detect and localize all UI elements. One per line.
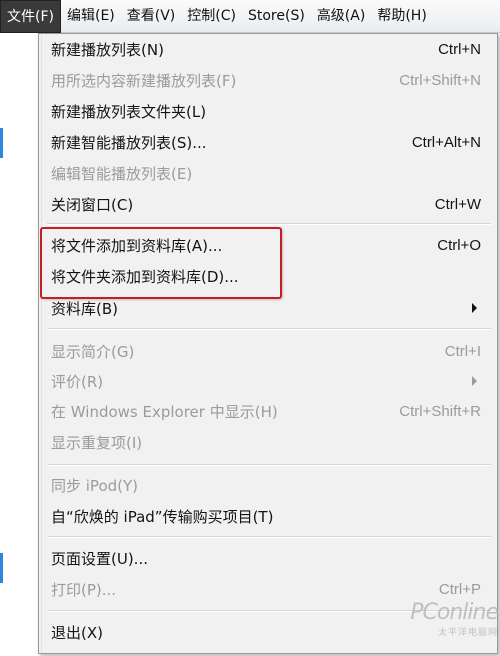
window-background xyxy=(0,33,40,656)
submenu-arrow-icon xyxy=(472,303,477,313)
menu-item-shortcut: Ctrl+O xyxy=(437,236,481,254)
menu-item-label: 新建播放列表文件夹(L) xyxy=(51,102,207,121)
menu-item-sync-ipod: 同步 iPod(Y) xyxy=(51,470,481,500)
menu-item-add-folder-to-library[interactable]: 将文件夹添加到资料库(D)... xyxy=(51,261,481,291)
menu-separator xyxy=(47,536,491,538)
menu-item-new-smart-playlist[interactable]: 新建智能播放列表(S)... Ctrl+Alt+N xyxy=(51,127,481,157)
menu-bar: 文件(F) 编辑(E) 查看(V) 控制(C) Store(S) 高级(A) 帮… xyxy=(0,0,500,33)
menu-item-label: 关闭窗口(C) xyxy=(51,195,134,214)
menu-item-label: 将文件添加到资料库(A)... xyxy=(51,236,223,255)
itunes-window: 文件(F) 编辑(E) 查看(V) 控制(C) Store(S) 高级(A) 帮… xyxy=(0,0,500,656)
menu-item-show-duplicates: 显示重复项(I) xyxy=(51,427,481,457)
menu-item-shortcut: Ctrl+Shift+R xyxy=(399,402,481,420)
menu-item-label: 资料库(B) xyxy=(51,299,118,318)
menu-item-label: 页面设置(U)... xyxy=(51,549,148,568)
watermark-subtext: 太平洋电脑网 xyxy=(437,628,498,638)
menu-separator xyxy=(47,464,491,466)
file-menu-dropdown: 新建播放列表(N) Ctrl+N 用所选内容新建播放列表(F) Ctrl+Shi… xyxy=(38,33,498,654)
menu-store[interactable]: Store(S) xyxy=(242,0,311,33)
menu-item-shortcut: Ctrl+P xyxy=(438,580,481,598)
menu-item-transfer-purchases[interactable]: 自“欣焕的 iPad”传输购买项目(T) xyxy=(51,501,481,531)
menu-separator xyxy=(47,328,491,330)
menu-item-rating: 评价(R) xyxy=(51,366,481,396)
menu-item-shortcut: Ctrl+W xyxy=(434,195,481,213)
menu-item-label: 显示重复项(I) xyxy=(51,433,143,452)
menu-item-close-window[interactable]: 关闭窗口(C) Ctrl+W xyxy=(51,189,481,219)
watermark-text: PConline xyxy=(410,600,499,625)
menu-item-new-playlist[interactable]: 新建播放列表(N) Ctrl+N xyxy=(51,34,481,64)
menu-help[interactable]: 帮助(H) xyxy=(371,0,432,33)
menu-item-label: 同步 iPod(Y) xyxy=(51,476,139,495)
menu-item-page-setup[interactable]: 页面设置(U)... xyxy=(51,543,481,573)
sidebar-accent xyxy=(0,128,3,158)
menu-item-shortcut: Ctrl+N xyxy=(438,40,481,58)
menu-item-label: 新建播放列表(N) xyxy=(51,40,164,59)
menu-controls[interactable]: 控制(C) xyxy=(181,0,242,33)
menu-item-label: 在 Windows Explorer 中显示(H) xyxy=(51,402,278,421)
menu-item-new-playlist-from-selection: 用所选内容新建播放列表(F) Ctrl+Shift+N xyxy=(51,65,481,95)
menu-item-label: 退出(X) xyxy=(51,623,103,642)
menu-gutter xyxy=(39,34,42,653)
menu-item-label: 新建智能播放列表(S)... xyxy=(51,133,207,152)
menu-item-add-file-to-library[interactable]: 将文件添加到资料库(A)... Ctrl+O xyxy=(51,230,481,260)
menu-item-label: 评价(R) xyxy=(51,372,104,391)
menu-item-library[interactable]: 资料库(B) xyxy=(51,293,481,323)
menu-item-label: 自“欣焕的 iPad”传输购买项目(T) xyxy=(51,507,274,526)
menu-item-label: 用所选内容新建播放列表(F) xyxy=(51,71,237,90)
menu-item-label: 打印(P)... xyxy=(51,580,117,599)
menu-edit[interactable]: 编辑(E) xyxy=(61,0,121,33)
sidebar-accent xyxy=(0,553,3,583)
menu-advanced[interactable]: 高级(A) xyxy=(311,0,372,33)
menu-item-label: 显示简介(G) xyxy=(51,342,135,361)
menu-item-show-in-explorer: 在 Windows Explorer 中显示(H) Ctrl+Shift+R xyxy=(51,396,481,426)
watermark-logo: PConline 太平洋电脑网 xyxy=(410,600,499,638)
menu-item-label: 编辑智能播放列表(E) xyxy=(51,164,193,183)
menu-file[interactable]: 文件(F) xyxy=(0,0,61,33)
menu-item-label: 将文件夹添加到资料库(D)... xyxy=(51,267,239,286)
menu-item-shortcut: Ctrl+Shift+N xyxy=(399,71,481,89)
menu-item-edit-smart-playlist: 编辑智能播放列表(E) xyxy=(51,158,481,188)
menu-item-shortcut: Ctrl+Alt+N xyxy=(411,133,481,151)
menu-item-shortcut: Ctrl+I xyxy=(444,342,481,360)
submenu-arrow-icon xyxy=(472,376,477,386)
menu-item-get-info: 显示简介(G) Ctrl+I xyxy=(51,336,481,366)
menu-item-new-playlist-folder[interactable]: 新建播放列表文件夹(L) xyxy=(51,96,481,126)
menu-separator xyxy=(47,223,491,225)
menu-view[interactable]: 查看(V) xyxy=(121,0,182,33)
